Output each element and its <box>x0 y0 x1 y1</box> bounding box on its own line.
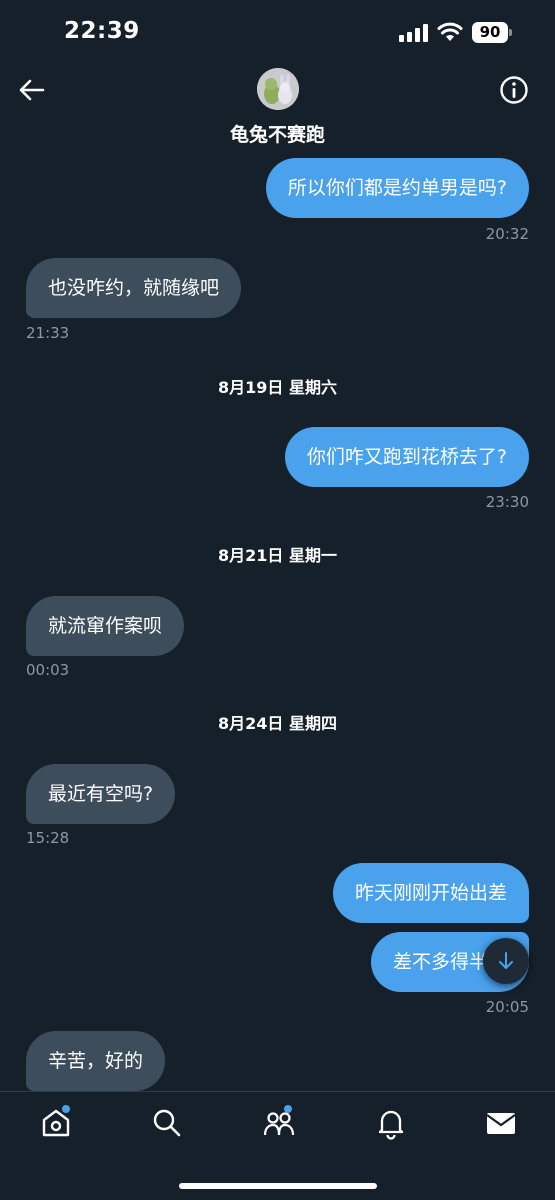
message-outgoing[interactable]: 所以你们都是约单男是吗? <box>265 158 529 218</box>
avatar-image <box>257 68 299 110</box>
status-bar: 22:39 90 <box>0 0 555 66</box>
date-separator: 8月24日 星期四 <box>218 714 337 733</box>
message-incoming[interactable]: 也没咋约，就随缘吧 <box>26 258 242 318</box>
nav-communities[interactable] <box>262 1105 296 1140</box>
mail-icon <box>486 1113 516 1134</box>
contact-name[interactable]: 龟兔不赛跑 <box>0 120 555 147</box>
wifi-icon <box>437 22 463 41</box>
info-icon <box>500 76 528 104</box>
message-incoming[interactable]: 最近有空吗? <box>26 764 176 824</box>
chat-header: 龟兔不赛跑 <box>0 66 555 148</box>
chat-screen: 22:39 90 龟兔不赛跑 所以你们都是约单男是吗? 20:32 也没咋约，就… <box>0 0 555 1200</box>
message-time: 20:05 <box>485 998 529 1016</box>
notification-dot <box>284 1105 292 1113</box>
status-time: 22:39 <box>64 18 140 44</box>
message-time: 00:03 <box>26 661 70 679</box>
avatar[interactable] <box>257 68 299 110</box>
battery-icon: 90 <box>472 22 512 43</box>
date-separator: 8月21日 星期一 <box>218 546 337 565</box>
message-time: 15:28 <box>26 829 70 847</box>
message-time: 20:32 <box>485 225 529 243</box>
message-incoming[interactable]: 辛苦，好的 <box>26 1031 166 1091</box>
message-time: 23:30 <box>485 493 529 511</box>
bell-icon <box>378 1110 404 1140</box>
message-outgoing[interactable]: 你们咋又跑到花桥去了? <box>284 427 529 487</box>
message-time: 21:33 <box>26 324 70 342</box>
home-indicator <box>179 1183 377 1189</box>
date-separator: 8月19日 星期六 <box>218 378 337 397</box>
signal-icon <box>399 24 428 42</box>
nav-home[interactable] <box>39 1105 73 1140</box>
nav-messages[interactable] <box>484 1106 518 1140</box>
back-button[interactable] <box>14 74 50 106</box>
arrow-left-icon <box>19 79 45 101</box>
info-button[interactable] <box>498 74 530 106</box>
search-icon <box>153 1109 181 1137</box>
nav-search[interactable] <box>150 1106 184 1140</box>
arrow-down-icon <box>499 952 513 969</box>
message-incoming[interactable]: 就流窜作案呗 <box>26 596 185 656</box>
notification-dot <box>62 1105 70 1113</box>
battery-level: 90 <box>472 22 508 43</box>
nav-notifications[interactable] <box>374 1106 408 1140</box>
message-outgoing[interactable]: 昨天刚刚开始出差 <box>332 863 529 923</box>
scroll-to-bottom-button[interactable] <box>483 938 529 984</box>
